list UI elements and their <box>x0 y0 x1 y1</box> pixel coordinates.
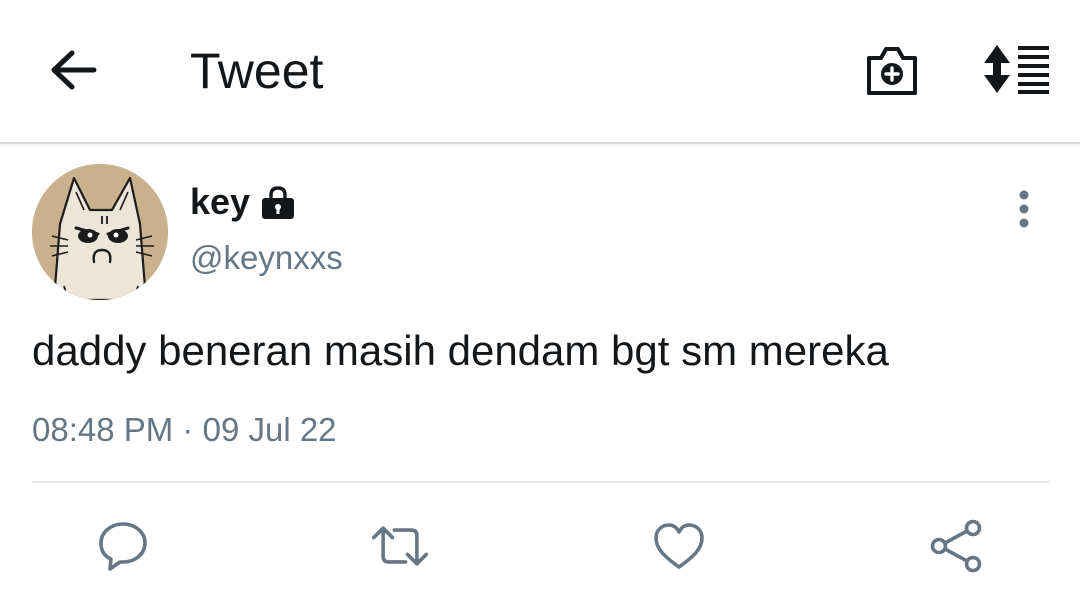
top-app-bar: Tweet <box>0 0 1080 144</box>
reply-button[interactable] <box>93 516 153 576</box>
camera-add-icon <box>867 47 917 95</box>
author-name[interactable]: key <box>190 181 250 223</box>
camera-button[interactable] <box>860 40 924 102</box>
share-button[interactable] <box>926 516 986 576</box>
heart-icon <box>654 523 704 569</box>
retweet-button[interactable] <box>370 516 430 576</box>
arrow-left-icon <box>51 50 97 90</box>
tweet-timestamp: 08:48 PM · 09 Jul 22 <box>32 408 337 452</box>
cat-avatar-icon <box>32 164 168 300</box>
more-vertical-icon <box>1019 190 1029 228</box>
speech-bubble-icon <box>99 522 147 571</box>
retweet-icon <box>371 526 429 566</box>
more-options-button[interactable] <box>1004 184 1044 234</box>
author-row: key <box>190 178 296 226</box>
tweet-date: 09 Jul 22 <box>202 411 337 448</box>
lock-icon <box>260 184 296 220</box>
tweet-text: daddy beneran masih dendam bgt sm mereka <box>32 327 889 374</box>
share-icon <box>930 519 982 573</box>
sort-button[interactable] <box>980 40 1052 98</box>
tweet-time: 08:48 PM <box>32 411 174 448</box>
avatar[interactable] <box>32 164 168 300</box>
divider <box>32 481 1049 483</box>
meta-separator: · <box>182 411 194 448</box>
page-title: Tweet <box>190 43 324 99</box>
author-handle[interactable]: @keynxxs <box>190 236 343 280</box>
like-button[interactable] <box>649 516 709 576</box>
sort-list-icon <box>984 45 1049 94</box>
back-button[interactable] <box>44 42 104 98</box>
